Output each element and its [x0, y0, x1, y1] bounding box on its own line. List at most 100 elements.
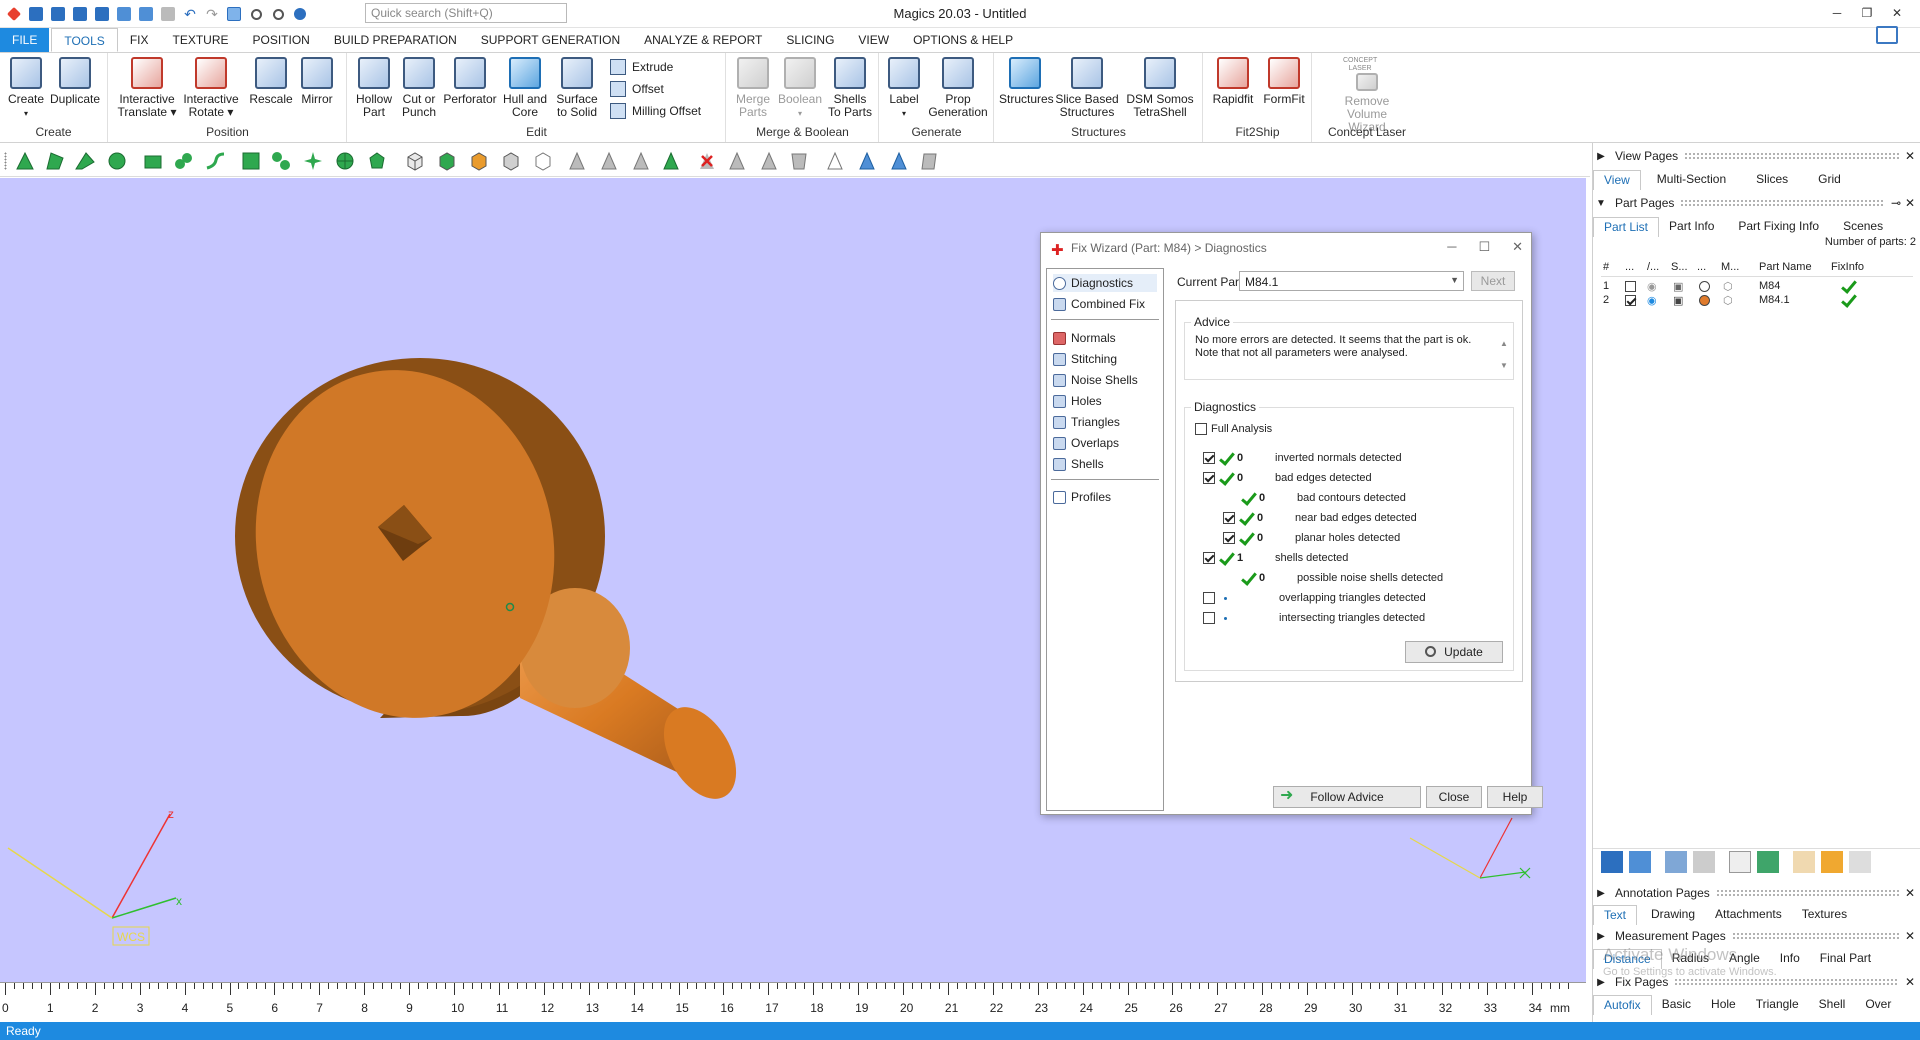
nav-diagnostics[interactable]: Diagnostics: [1053, 274, 1157, 292]
part-row[interactable]: 1 ◉ ▣ ⬡ M84: [1601, 280, 1913, 294]
nav-normals[interactable]: Normals: [1053, 329, 1157, 347]
filter-marked-icon[interactable]: [758, 150, 780, 172]
mark-noise-icon[interactable]: [726, 150, 748, 172]
triangle-outline-icon[interactable]: [824, 150, 846, 172]
part-pages-header[interactable]: ▼ Part Pages ⊸ ✕: [1593, 194, 1920, 212]
full-analysis-checkbox[interactable]: [1195, 423, 1207, 435]
nav-stitching[interactable]: Stitching: [1053, 350, 1157, 368]
tab-over[interactable]: Over: [1855, 995, 1901, 1015]
tab-text[interactable]: Text: [1593, 905, 1638, 925]
tab-view[interactable]: VIEW: [846, 28, 901, 52]
label-button[interactable]: Label ▾: [884, 57, 924, 120]
surface-select-icon[interactable]: [918, 150, 940, 172]
interactive-rotate-button[interactable]: Interactive Rotate ▾: [181, 57, 241, 119]
tab-build-preparation[interactable]: BUILD PREPARATION: [322, 28, 469, 52]
mark-part-icon[interactable]: [404, 150, 426, 172]
eye-icon[interactable]: ◉: [1647, 280, 1657, 293]
triangle-mesh-icon[interactable]: [856, 150, 878, 172]
copy-part-icon[interactable]: [1665, 851, 1687, 873]
tab-file[interactable]: FILE: [0, 28, 50, 52]
dsm-somos-tetrashell-button[interactable]: DSM Somos TetraShell: [1123, 57, 1197, 119]
milling-offset-button[interactable]: Milling Offset: [610, 103, 701, 119]
tab-view-page[interactable]: View: [1593, 170, 1641, 190]
tab-hole[interactable]: Hole: [1701, 995, 1746, 1015]
formfit-button[interactable]: FormFit: [1260, 57, 1308, 106]
tab-part-fixing-info[interactable]: Part Fixing Info: [1728, 217, 1829, 237]
part-color-swatch[interactable]: [1699, 281, 1710, 292]
col-selected[interactable]: S...: [1671, 261, 1688, 273]
hollow-part-button[interactable]: Hollow Part: [352, 57, 396, 119]
measurement-pages-header[interactable]: ▶ Measurement Pages ✕: [1593, 927, 1920, 945]
part-checkbox[interactable]: [1625, 295, 1636, 306]
full-analysis-row[interactable]: Full Analysis: [1195, 421, 1272, 437]
interactive-translate-button[interactable]: Interactive Translate ▾: [117, 57, 177, 119]
nav-holes[interactable]: Holes: [1053, 392, 1157, 410]
diag-checkbox[interactable]: [1203, 472, 1215, 484]
close-icon[interactable]: ✕: [1905, 929, 1920, 943]
mark-lasso-icon[interactable]: [240, 150, 262, 172]
surface-to-solid-button[interactable]: Surface to Solid: [552, 57, 602, 119]
tab-final-part[interactable]: Final Part: [1810, 949, 1881, 969]
diag-checkbox[interactable]: [1203, 612, 1215, 624]
orange-part-model[interactable]: [224, 342, 751, 811]
diag-checkbox[interactable]: [1223, 532, 1235, 544]
tab-support-generation[interactable]: SUPPORT GENERATION: [469, 28, 632, 52]
tab-part-info[interactable]: Part Info: [1659, 217, 1724, 237]
mark-fix-icon[interactable]: [660, 150, 682, 172]
part-row[interactable]: 2 ◉ ▣ ⬡ M84.1: [1601, 294, 1913, 308]
nav-triangles[interactable]: Triangles: [1053, 413, 1157, 431]
close-icon[interactable]: ✕: [1905, 149, 1920, 163]
offset-button[interactable]: Offset: [610, 81, 664, 97]
nav-noise-shells[interactable]: Noise Shells: [1053, 371, 1157, 389]
mark-rectangle-icon[interactable]: [142, 150, 164, 172]
tab-triangle[interactable]: Triangle: [1746, 995, 1809, 1015]
invert-marking-icon[interactable]: [500, 150, 522, 172]
unload-part-icon[interactable]: [1729, 851, 1751, 873]
rescale-button[interactable]: Rescale: [249, 57, 293, 106]
tab-scenes[interactable]: Scenes: [1833, 217, 1893, 237]
col-part-name[interactable]: Part Name: [1759, 261, 1812, 273]
diag-checkbox[interactable]: [1203, 552, 1215, 564]
tab-grid[interactable]: Grid: [1808, 170, 1851, 190]
diag-checkbox[interactable]: [1203, 592, 1215, 604]
select-all-icon[interactable]: [1629, 851, 1651, 873]
col-visible[interactable]: ...: [1625, 261, 1634, 273]
part-visibility-icon[interactable]: [1693, 851, 1715, 873]
diag-checkbox[interactable]: [1223, 512, 1235, 524]
tab-analyze-report[interactable]: ANALYZE & REPORT: [632, 28, 774, 52]
next-button[interactable]: Next: [1471, 271, 1515, 291]
eye-icon[interactable]: ◉: [1647, 294, 1657, 307]
mark-part-icon[interactable]: [1757, 851, 1779, 873]
advice-scrollbar[interactable]: ▲ ▼: [1499, 333, 1509, 379]
unmark-part-icon[interactable]: [436, 150, 458, 172]
duplicate-button[interactable]: Duplicate: [50, 57, 100, 106]
tab-attachments[interactable]: Attachments: [1705, 905, 1792, 925]
tab-drawing[interactable]: Drawing: [1641, 905, 1705, 925]
merge-parts-button[interactable]: Merge Parts: [731, 57, 775, 119]
tab-autofix[interactable]: Autofix: [1593, 995, 1652, 1015]
close-icon[interactable]: ✕: [1884, 2, 1910, 24]
nav-overlaps[interactable]: Overlaps: [1053, 434, 1157, 452]
col-mode[interactable]: M...: [1721, 261, 1739, 273]
mark-plane-icon[interactable]: [44, 150, 66, 172]
tab-position[interactable]: POSITION: [241, 28, 322, 52]
lock-icon[interactable]: ▣: [1673, 280, 1683, 293]
tab-fix[interactable]: FIX: [118, 28, 161, 52]
mark-shape-icon[interactable]: [366, 150, 388, 172]
extrude-button[interactable]: Extrude: [610, 59, 673, 75]
report-icon[interactable]: [1849, 851, 1871, 873]
close-icon[interactable]: ✕: [1905, 196, 1920, 210]
dialog-maximize-icon[interactable]: ☐: [1478, 239, 1490, 255]
tab-shell[interactable]: Shell: [1809, 995, 1856, 1015]
prop-generation-button[interactable]: Prop Generation: [926, 57, 990, 119]
tab-part-list[interactable]: Part List: [1593, 217, 1660, 237]
mark-contour-icon[interactable]: [204, 150, 226, 172]
boolean-button[interactable]: Boolean ▾: [777, 57, 823, 120]
dialog-close-icon[interactable]: ✕: [1512, 239, 1523, 255]
shells-to-parts-button[interactable]: Shells To Parts: [825, 57, 875, 119]
tab-options-help[interactable]: OPTIONS & HELP: [901, 28, 1025, 52]
mark-wavy-icon[interactable]: [302, 150, 324, 172]
help-button[interactable]: Help: [1487, 786, 1543, 808]
fix-pages-header[interactable]: ▶ Fix Pages ✕: [1593, 973, 1920, 991]
triangle-select-icon[interactable]: [888, 150, 910, 172]
